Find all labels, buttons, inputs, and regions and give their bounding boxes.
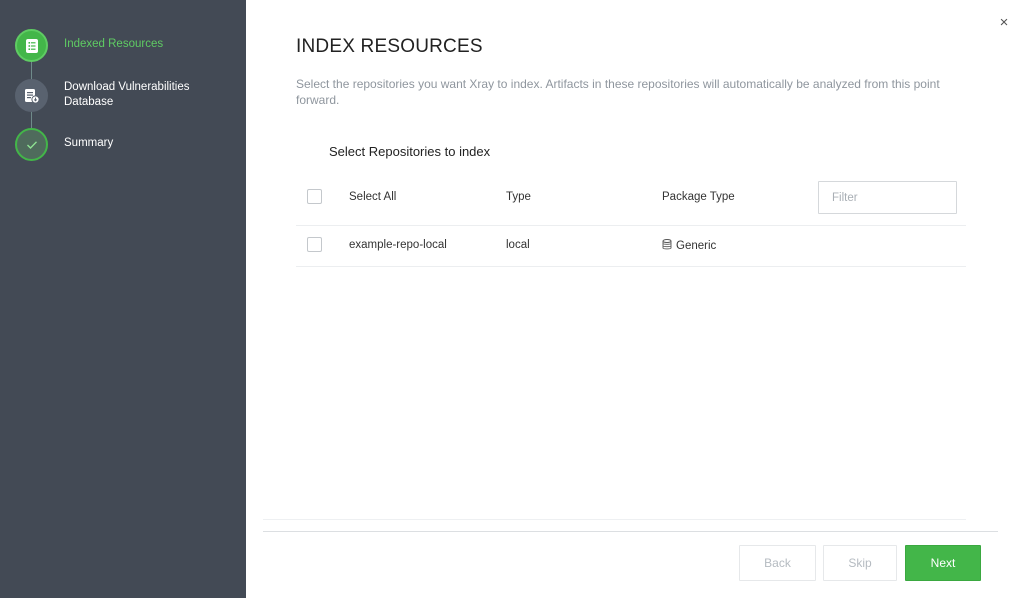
step-label-summary: Summary — [64, 137, 114, 149]
step-indexed-resources[interactable]: Indexed Resources — [15, 29, 214, 63]
step-summary[interactable]: Summary — [15, 128, 214, 162]
step-label-download-vulnerabilities: Download Vulnerabilities Database — [64, 81, 190, 108]
package-type-column-header: Package Type — [662, 191, 735, 203]
wizard-sidebar: Indexed Resources Download Vulnerabiliti… — [0, 0, 246, 598]
footer-divider — [263, 531, 998, 532]
package-type-label: Generic — [676, 240, 717, 252]
repo-name: example-repo-local — [349, 239, 447, 251]
repo-type: local — [506, 239, 530, 251]
footer-divider-inner — [263, 519, 966, 520]
step-label-indexed-resources: Indexed Resources — [64, 38, 164, 50]
step-download-vulnerabilities[interactable]: Download Vulnerabilities Database — [15, 79, 214, 113]
list-document-icon — [15, 29, 48, 62]
filter-input[interactable] — [818, 181, 957, 214]
database-icon — [662, 239, 672, 253]
skip-button[interactable]: Skip — [823, 545, 897, 581]
page-description: Select the repositories you want Xray to… — [296, 77, 940, 107]
checkmark-icon — [15, 128, 48, 161]
back-button[interactable]: Back — [739, 545, 816, 581]
select-all-checkbox[interactable] — [307, 189, 322, 204]
onboarding-wizard: Indexed Resources Download Vulnerabiliti… — [0, 0, 1024, 598]
close-icon[interactable]: × — [997, 15, 1011, 30]
header-divider — [296, 225, 966, 226]
section-title: Select Repositories to index — [329, 144, 491, 159]
row-divider — [296, 266, 966, 267]
select-all-label: Select All — [349, 191, 397, 203]
next-button[interactable]: Next — [905, 545, 981, 581]
database-document-icon — [15, 79, 48, 112]
type-column-header: Type — [506, 191, 531, 203]
repo-package-type: Generic — [662, 239, 716, 253]
page-title: INDEX RESOURCES — [296, 36, 483, 57]
row-checkbox[interactable] — [307, 237, 322, 252]
